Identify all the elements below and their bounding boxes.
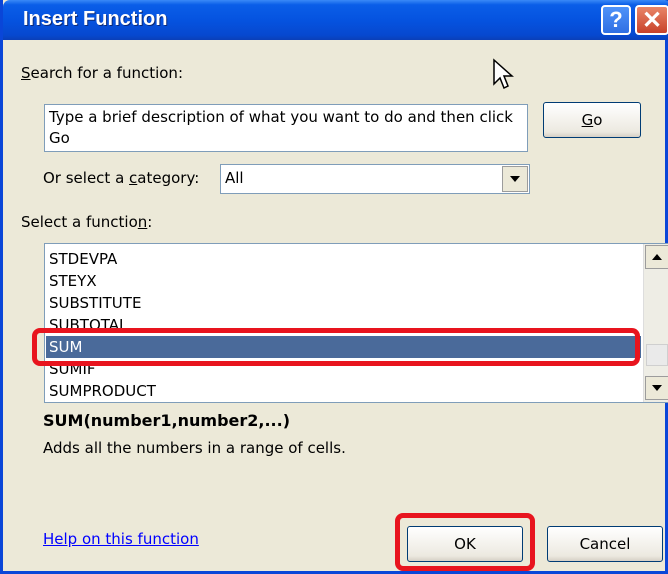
list-item[interactable]: SUMIF	[46, 358, 641, 380]
ok-button[interactable]: OK	[407, 526, 523, 562]
list-item[interactable]: SUMPRODUCT	[46, 380, 641, 402]
mouse-pointer-icon	[493, 58, 514, 90]
go-button[interactable]: Go	[543, 102, 641, 138]
list-item-selected[interactable]: SUM	[46, 336, 641, 358]
category-select[interactable]: All	[220, 164, 530, 194]
close-icon: ✕	[641, 6, 663, 34]
list-item[interactable]: STEYX	[46, 270, 641, 292]
chevron-down-icon	[652, 385, 662, 391]
list-item[interactable]: STDEVPA	[46, 248, 641, 270]
question-mark-icon: ?	[609, 7, 623, 32]
chevron-up-icon	[652, 254, 662, 260]
dropdown-button[interactable]	[502, 166, 528, 192]
function-list[interactable]: STDEVPA STEYX SUBSTITUTE SUBTOTAL SUM SU…	[44, 243, 668, 403]
function-signature: SUM(number1,number2,...)	[43, 411, 291, 430]
scroll-up-button[interactable]	[645, 245, 668, 269]
cancel-button[interactable]: Cancel	[547, 526, 663, 562]
dialog-title: Insert Function	[23, 8, 168, 30]
help-button[interactable]: ?	[601, 5, 631, 35]
scroll-down-button[interactable]	[645, 376, 668, 400]
title-bar[interactable]: Insert Function ? ✕	[3, 0, 668, 40]
search-label: Search for a function:	[21, 64, 183, 82]
function-description: Adds all the numbers in a range of cells…	[43, 439, 346, 457]
scroll-thumb[interactable]	[646, 344, 668, 366]
list-item[interactable]: SUBTOTAL	[46, 314, 641, 336]
insert-function-dialog: Insert Function ? ✕ Search for a functio…	[0, 0, 668, 574]
chevron-down-icon	[510, 176, 520, 182]
list-item[interactable]: SUBSTITUTE	[46, 292, 641, 314]
search-input[interactable]: Type a brief description of what you wan…	[44, 104, 528, 152]
list-scrollbar[interactable]	[643, 244, 668, 402]
help-on-function-link[interactable]: Help on this function	[43, 530, 199, 548]
close-button[interactable]: ✕	[635, 5, 668, 35]
category-label: Or select a category:	[43, 169, 200, 187]
function-list-label: Select a function:	[21, 213, 153, 231]
